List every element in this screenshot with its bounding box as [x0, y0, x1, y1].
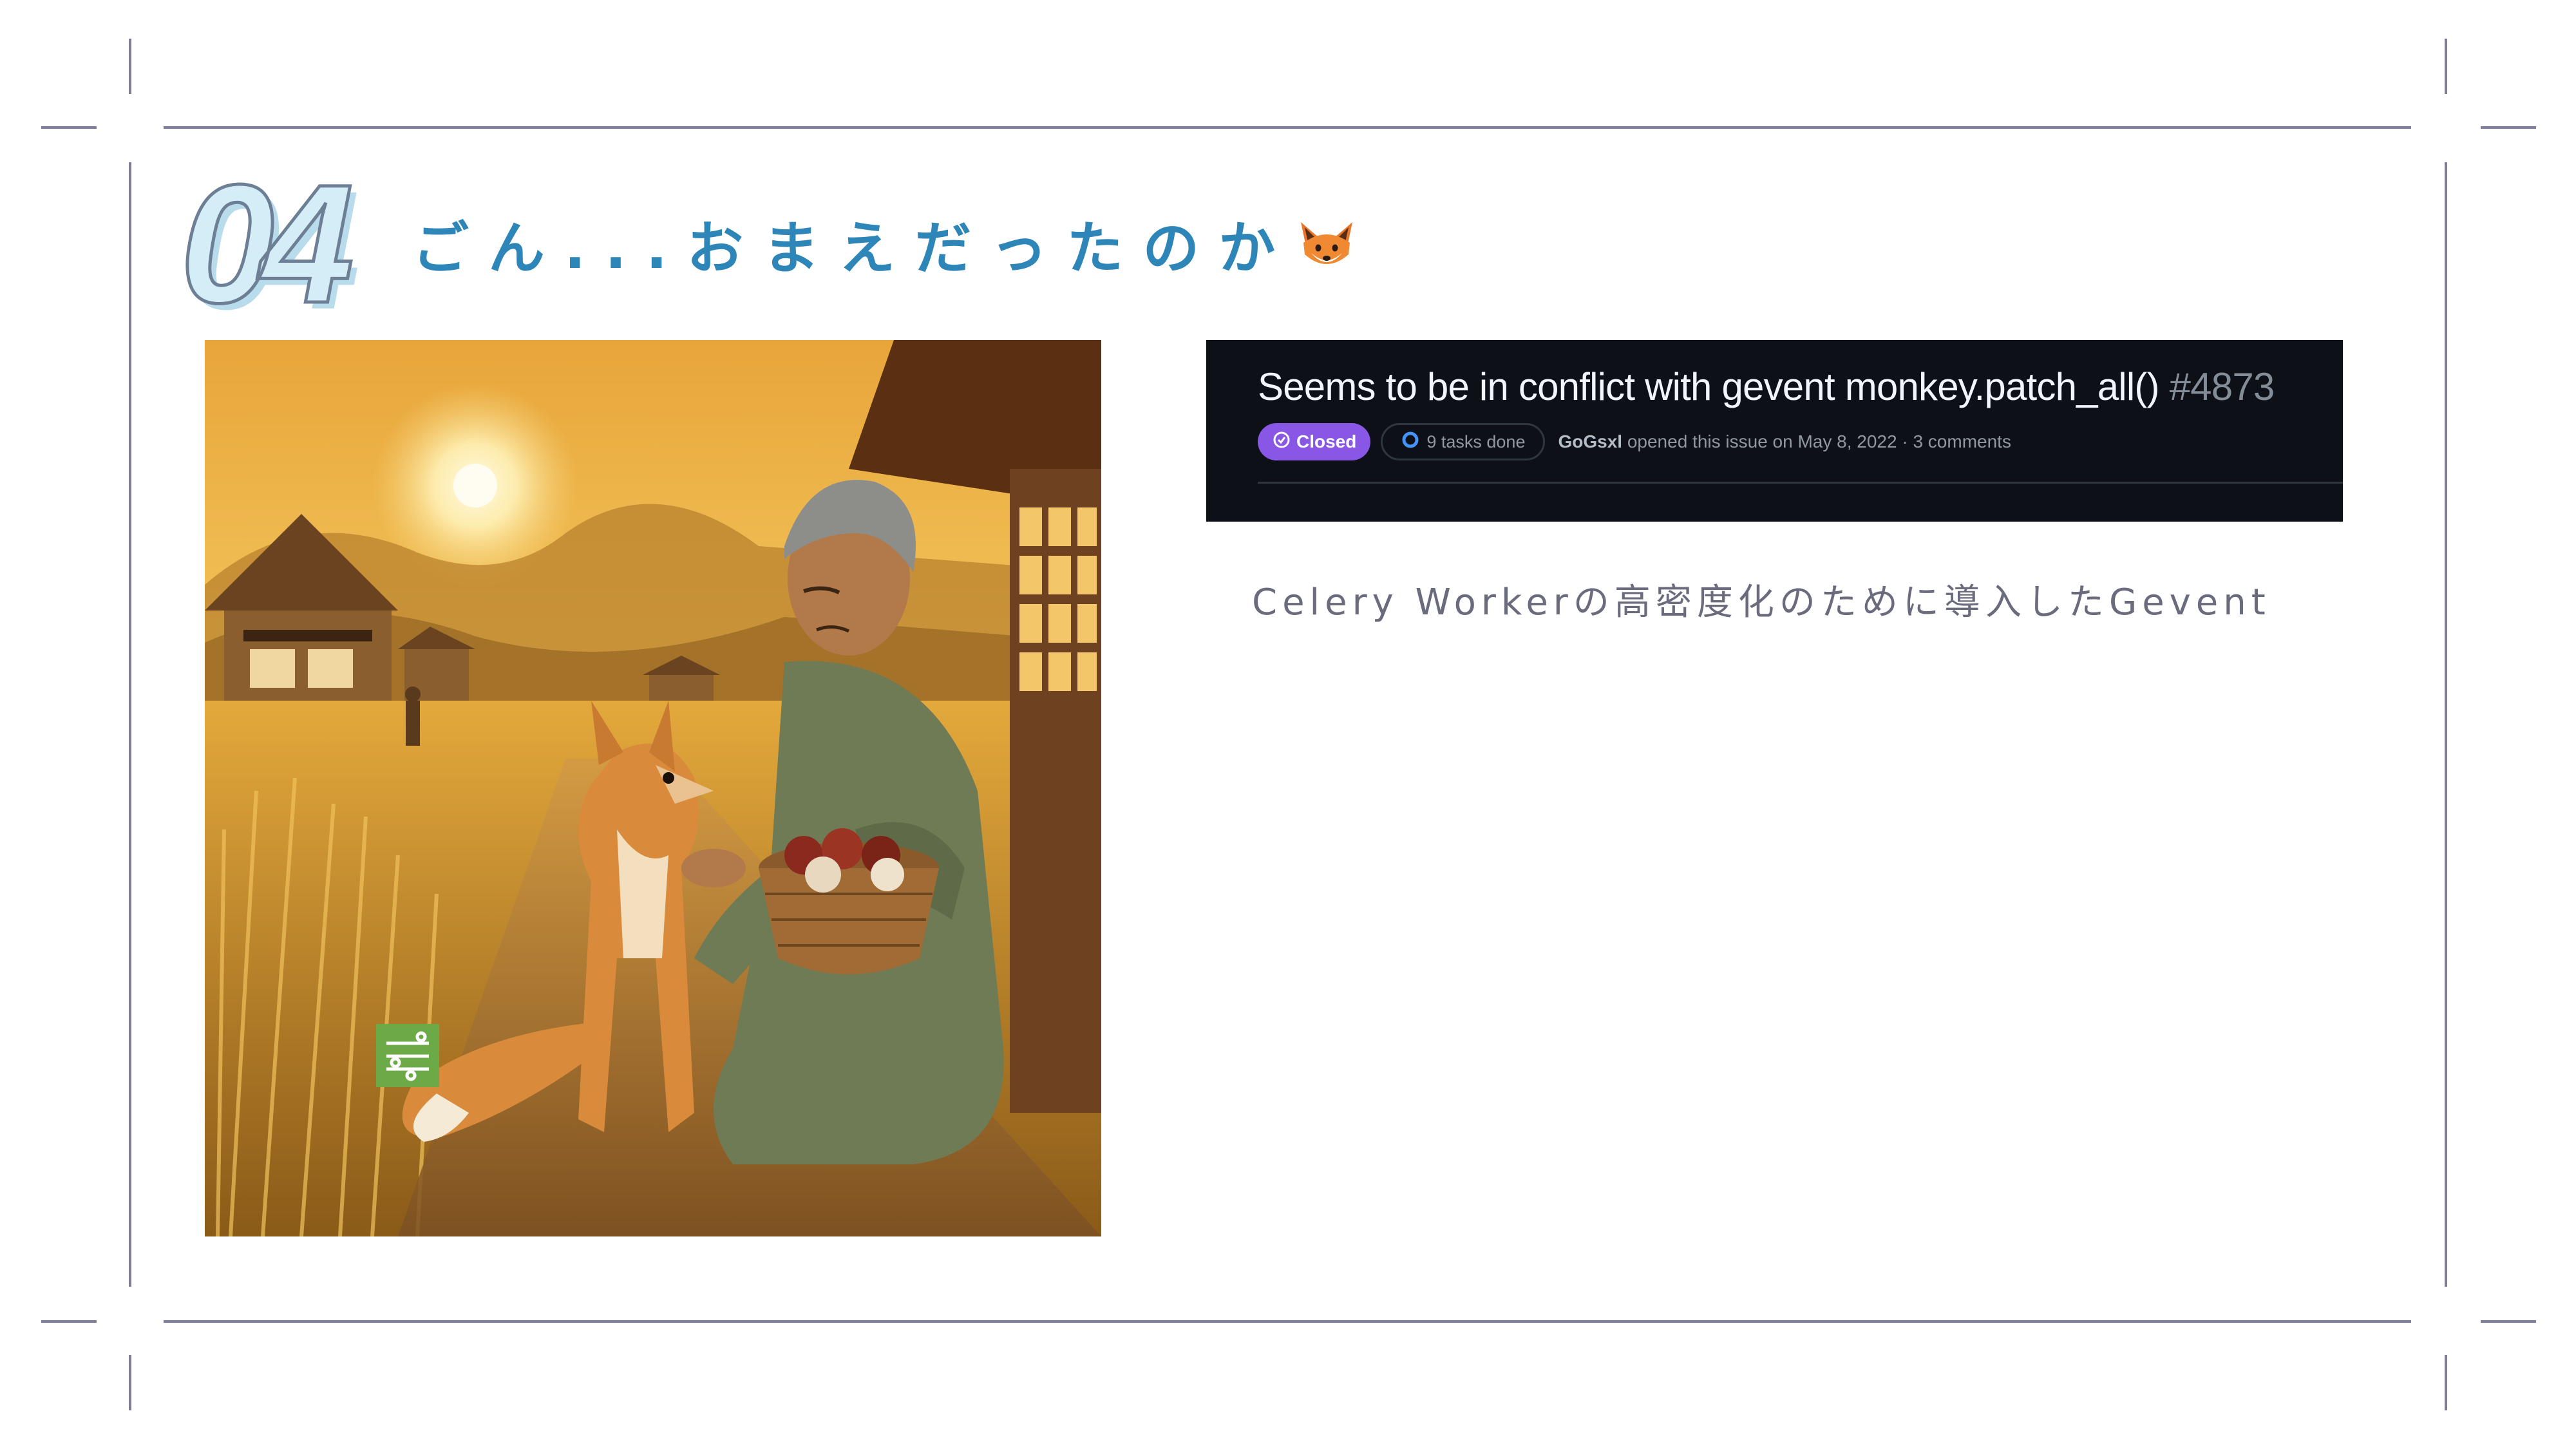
issue-opened-info: GoGsxl opened this issue on May 8, 2022 …: [1558, 431, 2011, 452]
issue-header-divider: [1258, 482, 2343, 484]
slide-title: ごん...おまえだったのか: [412, 215, 1295, 281]
slide-title-wrap: ごん...おまえだったのか: [412, 215, 1356, 285]
frame-line-bottom-right-stub: [2481, 1320, 2536, 1323]
closed-check-icon: [1272, 430, 1291, 454]
status-badge: Closed: [1258, 423, 1371, 460]
github-issue-header: Seems to be in conflict with gevent monk…: [1206, 340, 2343, 522]
issue-title-line: Seems to be in conflict with gevent monk…: [1258, 365, 2275, 409]
issue-number: #4873: [2169, 365, 2275, 408]
fox-and-farmer-illustration: [205, 340, 1101, 1236]
frame-line-top: [164, 126, 2411, 129]
tasks-label: 9 tasks done: [1426, 431, 1526, 451]
tasks-progress-pill[interactable]: 9 tasks done: [1381, 423, 1546, 460]
tasks-progress-icon: [1401, 430, 1420, 454]
frame-line-top-right-stub: [2481, 126, 2536, 129]
frame-line-left: [129, 162, 131, 1287]
frame-line-left-top-stub: [129, 39, 131, 94]
frame-line-bottom-left-stub: [41, 1320, 97, 1323]
frame-line-right-bottom-stub: [2445, 1355, 2447, 1410]
frame-line-right: [2445, 162, 2447, 1287]
status-label: Closed: [1296, 431, 1357, 451]
frame-line-right-top-stub: [2445, 39, 2447, 94]
frame-line-bottom: [164, 1320, 2411, 1323]
frame-line-top-left-stub: [41, 126, 97, 129]
slide-subtitle: Celery Workerの高密度化のために導入したGevent: [1252, 582, 2271, 623]
issue-meta-row: Closed 9 tasks done GoGsxl opened this i…: [1258, 422, 2011, 461]
issue-title[interactable]: Seems to be in conflict with gevent monk…: [1258, 365, 2160, 408]
fox-face-icon: [1297, 221, 1356, 285]
frame-line-left-bottom-stub: [129, 1355, 131, 1410]
issue-opened-text: opened this issue on May 8, 2022 · 3 com…: [1627, 431, 2011, 451]
issue-author[interactable]: GoGsxl: [1558, 431, 1622, 451]
section-number: 04: [178, 149, 355, 338]
